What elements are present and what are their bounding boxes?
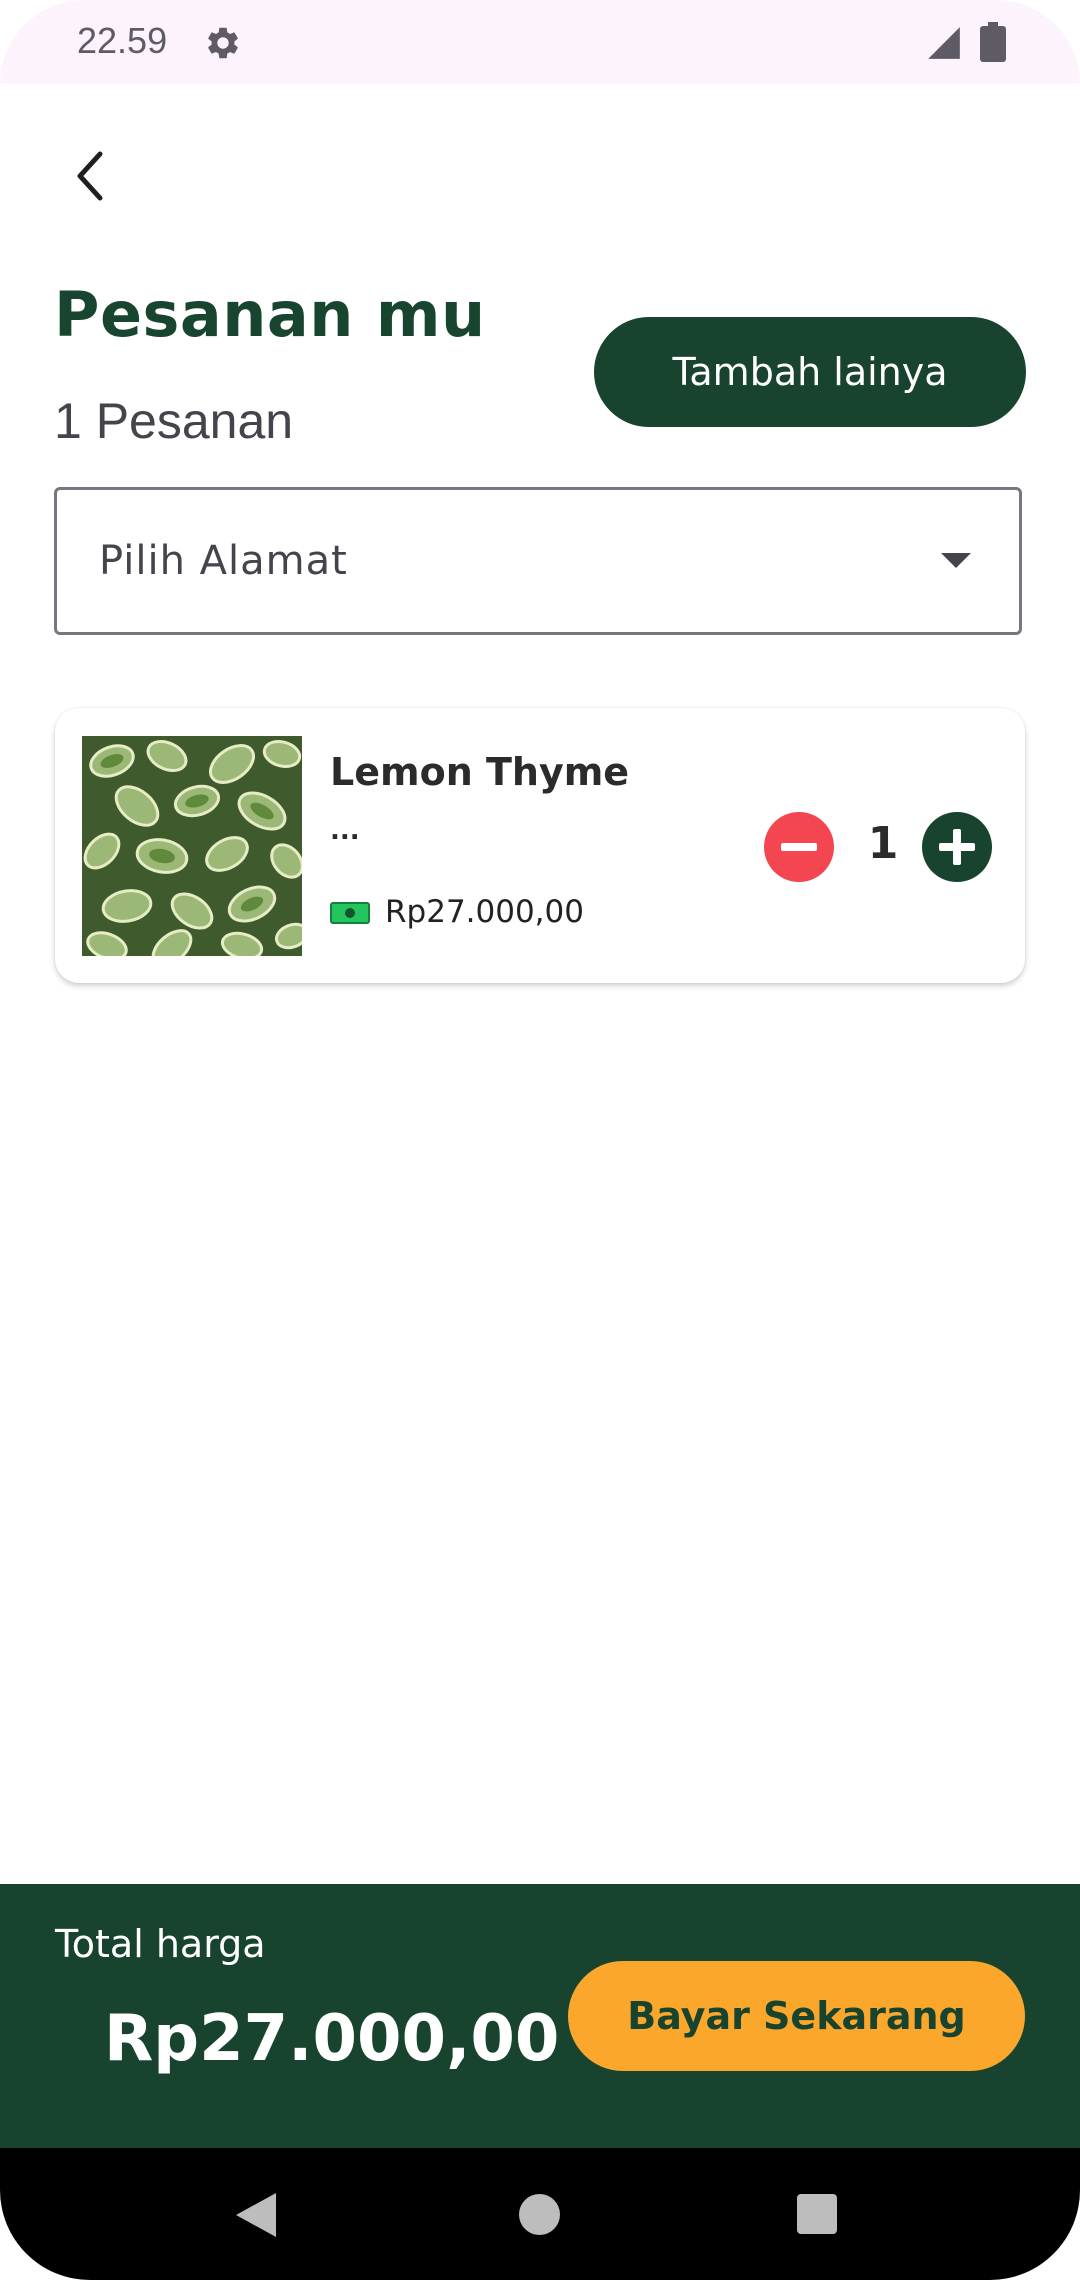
increase-quantity-button[interactable] bbox=[922, 812, 992, 882]
product-image bbox=[82, 736, 302, 956]
product-price: Rp27.000,00 bbox=[385, 894, 584, 930]
cart-item-card: Lemon Thyme ... Rp27.000,00 1 bbox=[55, 708, 1025, 983]
add-more-button[interactable]: Tambah lainya bbox=[594, 317, 1026, 427]
address-placeholder: Pilih Alamat bbox=[99, 538, 348, 584]
pay-now-button[interactable]: Bayar Sekarang bbox=[568, 1961, 1025, 2071]
chevron-left-icon bbox=[77, 151, 103, 201]
product-description: ... bbox=[330, 816, 360, 846]
order-count: 1 Pesanan bbox=[54, 393, 294, 449]
signal-icon bbox=[928, 27, 960, 59]
checkout-bar: Total harga Rp27.000,00 Bayar Sekarang bbox=[0, 1884, 1080, 2148]
total-label: Total harga bbox=[55, 1922, 266, 1966]
total-value: Rp27.000,00 bbox=[104, 2002, 560, 2076]
nav-home-icon[interactable] bbox=[519, 2194, 560, 2235]
battery-icon bbox=[980, 22, 1006, 62]
nav-recents-icon[interactable] bbox=[797, 2194, 837, 2234]
gear-icon bbox=[208, 27, 238, 59]
caret-down-icon bbox=[941, 553, 971, 568]
back-button[interactable] bbox=[60, 140, 124, 212]
address-dropdown[interactable]: Pilih Alamat bbox=[54, 487, 1022, 635]
quantity-value: 1 bbox=[867, 818, 899, 869]
system-nav-bar bbox=[0, 2148, 1080, 2280]
status-time: 22.59 bbox=[77, 20, 168, 61]
product-name: Lemon Thyme bbox=[330, 750, 630, 794]
decrease-quantity-button[interactable] bbox=[764, 812, 834, 882]
status-bar: 22.59 bbox=[0, 0, 1080, 84]
page-title: Pesanan mu bbox=[54, 278, 486, 351]
money-icon bbox=[330, 902, 370, 924]
plant-photo bbox=[82, 736, 302, 956]
nav-back-icon[interactable] bbox=[236, 2193, 276, 2237]
screen: 22.59 Pesanan mu 1 Pesanan Tambah lainya… bbox=[0, 0, 1080, 2280]
